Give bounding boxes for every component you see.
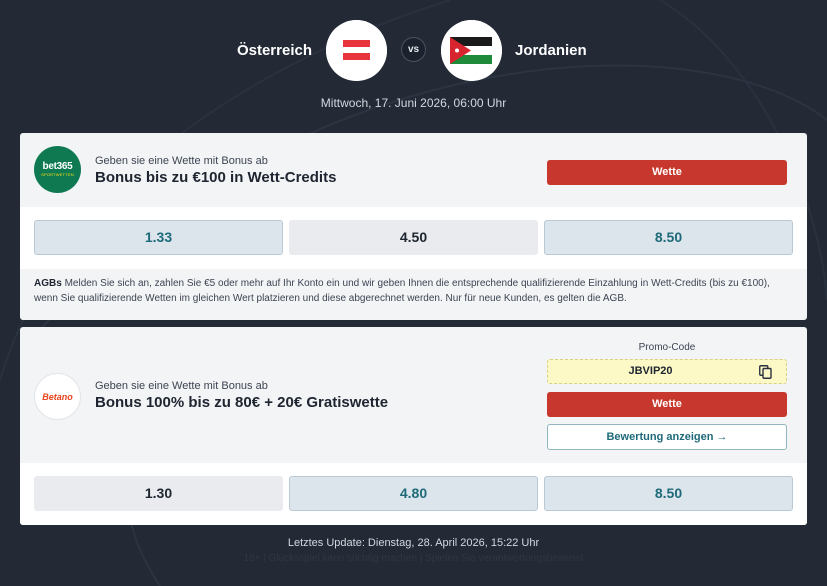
vs-badge: vs	[401, 37, 426, 62]
odds-row: 1.33 4.50 8.50	[20, 207, 807, 269]
offer-title: Bonus 100% bis zu 80€ + 20€ Gratiswette	[95, 394, 389, 411]
responsible-gambling-note: 18+ | Glücksspiel kann süchtig machen | …	[243, 553, 584, 564]
promo-code-label: Promo-Code	[638, 342, 696, 353]
bet365-logo-subtext: SPORTWETTEN	[41, 172, 74, 177]
match-header: Österreich vs Jordanien Mittwoch, 17. Ju…	[0, 0, 827, 130]
home-team-name: Österreich	[236, 42, 312, 59]
offer-subtitle: Geben sie eine Wette mit Bonus ab	[95, 380, 268, 392]
odds-home-win[interactable]: 1.30	[34, 476, 283, 511]
offer-card-bet365: bet365 SPORTWETTEN Geben sie eine Wette …	[20, 133, 807, 320]
show-review-button[interactable]: Bewertung anzeigen →	[547, 424, 787, 450]
odds-away-win[interactable]: 8.50	[544, 220, 793, 255]
odds-away-win[interactable]: 8.50	[544, 476, 793, 511]
flag-jordan-icon	[441, 20, 502, 81]
copy-icon[interactable]	[759, 365, 772, 379]
betano-logo-text: Betano	[42, 391, 73, 402]
bet365-logo[interactable]: bet365 SPORTWETTEN	[34, 146, 81, 193]
terms-body: Melden Sie sich an, zahlen Sie €5 oder m…	[34, 278, 770, 304]
odds-draw[interactable]: 4.50	[289, 220, 538, 255]
match-date: Mittwoch, 17. Juni 2026, 06:00 Uhr	[320, 96, 507, 110]
betano-logo[interactable]: Betano	[34, 373, 81, 420]
terms-label: AGBs	[34, 278, 62, 289]
odds-draw[interactable]: 4.80	[289, 476, 538, 511]
flag-austria-icon	[326, 20, 387, 81]
promo-code-box[interactable]: JBVIP20	[547, 359, 787, 384]
terms-text: AGBs Melden Sie sich an, zahlen Sie €5 o…	[34, 276, 794, 306]
away-team-name: Jordanien	[515, 42, 587, 59]
promo-code-value: JBVIP20	[628, 365, 673, 377]
odds-row: 1.30 4.80 8.50	[20, 463, 807, 525]
bet-button[interactable]: Wette	[547, 392, 787, 417]
offer-subtitle: Geben sie eine Wette mit Bonus ab	[95, 155, 268, 167]
last-update-text: Letztes Update: Dienstag, 28. April 2026…	[287, 537, 540, 549]
odds-home-win[interactable]: 1.33	[34, 220, 283, 255]
offer-title: Bonus bis zu €100 in Wett-Credits	[95, 169, 337, 186]
bet-button[interactable]: Wette	[547, 160, 787, 185]
bet365-logo-text: bet365	[42, 161, 73, 172]
offer-card-betano: Betano Geben sie eine Wette mit Bonus ab…	[20, 327, 807, 525]
